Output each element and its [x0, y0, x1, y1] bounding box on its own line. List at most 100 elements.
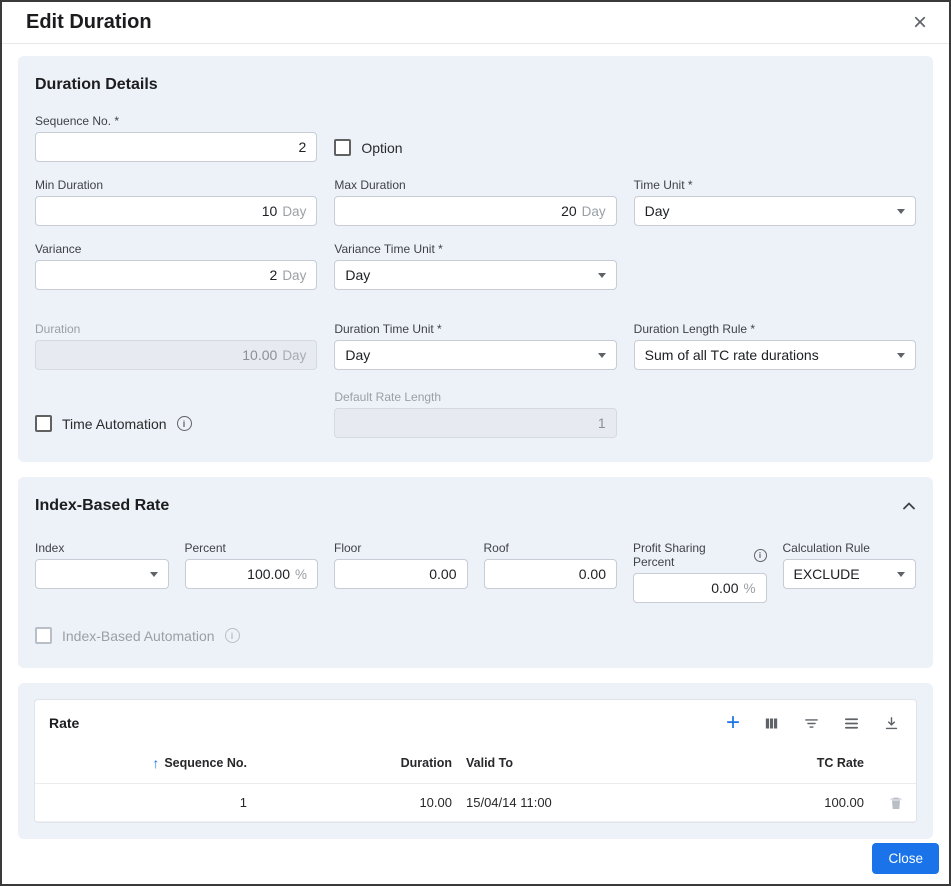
profit-sharing-value: 0.00 — [711, 580, 738, 596]
rate-col-valid-to[interactable]: Valid To — [452, 756, 699, 770]
time-unit-select[interactable]: Day — [634, 196, 916, 226]
option-checkbox[interactable] — [334, 139, 351, 156]
variance-input[interactable]: 2 Day — [35, 260, 317, 290]
max-duration-field-group: Max Duration 20 Day — [334, 178, 616, 226]
floor-input[interactable]: 0.00 — [334, 559, 468, 589]
max-duration-suffix: Day — [582, 204, 606, 219]
add-rate-icon[interactable]: + — [726, 714, 740, 732]
sequence-no-field-group: Sequence No. * 2 — [35, 114, 317, 162]
sequence-no-label: Sequence No. * — [35, 114, 317, 128]
close-button[interactable]: Close — [872, 843, 939, 874]
default-rate-length-label: Default Rate Length — [334, 390, 616, 404]
index-based-automation-label: Index-Based Automation — [62, 628, 215, 644]
dialog-body: Duration Details Sequence No. * 2 Option — [2, 44, 949, 839]
duration-length-rule-label: Duration Length Rule * — [634, 322, 916, 336]
index-based-rate-panel: Index-Based Rate Index Percent 100.00 — [18, 477, 933, 668]
time-unit-field-group: Time Unit * Day — [634, 178, 916, 226]
max-duration-input[interactable]: 20 Day — [334, 196, 616, 226]
index-based-rate-heading: Index-Based Rate — [35, 497, 169, 515]
table-row[interactable]: 1 10.00 15/04/14 11:00 100.00 — [35, 784, 916, 822]
download-icon[interactable] — [883, 715, 900, 732]
chevron-down-icon — [897, 353, 905, 358]
default-rate-length-field-group: Default Rate Length 1 — [334, 390, 616, 438]
option-checkbox-row: Option — [334, 139, 616, 156]
close-icon[interactable]: × — [913, 11, 927, 35]
duration-length-rule-value: Sum of all TC rate durations — [645, 347, 819, 363]
row-density-icon[interactable] — [843, 715, 860, 732]
sort-ascending-icon[interactable]: ↑ — [152, 755, 159, 771]
chevron-up-icon[interactable] — [902, 501, 916, 511]
sequence-no-value: 2 — [299, 139, 307, 155]
default-rate-length-input: 1 — [334, 408, 616, 438]
index-field-group: Index — [35, 541, 169, 603]
cell-tc-rate: 100.00 — [699, 795, 864, 810]
duration-details-panel: Duration Details Sequence No. * 2 Option — [18, 56, 933, 462]
dialog-header: Edit Duration × — [2, 2, 949, 44]
variance-time-unit-label: Variance Time Unit * — [334, 242, 616, 256]
sequence-no-input[interactable]: 2 — [35, 132, 317, 162]
index-label: Index — [35, 541, 169, 555]
variance-time-unit-select[interactable]: Day — [334, 260, 616, 290]
rate-toolbar: + — [726, 714, 900, 732]
calculation-rule-select[interactable]: EXCLUDE — [783, 559, 917, 589]
max-duration-value: 20 — [561, 203, 577, 219]
rate-card: Rate + — [34, 699, 917, 823]
option-checkbox-label: Option — [361, 140, 402, 156]
profit-sharing-input[interactable]: 0.00 % — [633, 573, 767, 603]
roof-value: 0.00 — [579, 566, 606, 582]
variance-suffix: Day — [282, 268, 306, 283]
duration-label: Duration — [35, 322, 317, 336]
delete-row-icon[interactable] — [888, 795, 904, 811]
duration-length-rule-field-group: Duration Length Rule * Sum of all TC rat… — [634, 322, 916, 370]
calculation-rule-label: Calculation Rule — [783, 541, 917, 555]
rate-col-tc-rate[interactable]: TC Rate — [699, 756, 864, 770]
variance-label: Variance — [35, 242, 317, 256]
edit-duration-dialog: Edit Duration × Duration Details Sequenc… — [0, 0, 951, 886]
duration-time-unit-value: Day — [345, 347, 370, 363]
columns-icon[interactable] — [763, 715, 780, 732]
cell-valid-to: 15/04/14 11:00 — [452, 795, 699, 810]
profit-sharing-label: Profit Sharing Percent i — [633, 541, 767, 569]
duration-input: 10.00 Day — [35, 340, 317, 370]
rate-col-duration[interactable]: Duration — [247, 756, 452, 770]
calculation-rule-field-group: Calculation Rule EXCLUDE — [783, 541, 917, 603]
floor-value: 0.00 — [429, 566, 456, 582]
min-duration-field-group: Min Duration 10 Day — [35, 178, 317, 226]
rate-col-sequence-no[interactable]: ↑ Sequence No. — [47, 755, 247, 771]
roof-input[interactable]: 0.00 — [484, 559, 618, 589]
variance-value: 2 — [270, 267, 278, 283]
info-icon[interactable]: i — [177, 416, 192, 431]
profit-sharing-label-text: Profit Sharing Percent — [633, 541, 750, 569]
cell-sequence-no: 1 — [47, 795, 247, 810]
duration-length-rule-select[interactable]: Sum of all TC rate durations — [634, 340, 916, 370]
duration-field-group: Duration 10.00 Day — [35, 322, 317, 370]
min-duration-label: Min Duration — [35, 178, 317, 192]
default-rate-length-value: 1 — [598, 415, 606, 431]
percent-input[interactable]: 100.00 % — [185, 559, 319, 589]
min-duration-input[interactable]: 10 Day — [35, 196, 317, 226]
chevron-down-icon — [150, 572, 158, 577]
min-duration-suffix: Day — [282, 204, 306, 219]
percent-label: Percent — [185, 541, 319, 555]
duration-time-unit-field-group: Duration Time Unit * Day — [334, 322, 616, 370]
filter-icon[interactable] — [803, 715, 820, 732]
calculation-rule-value: EXCLUDE — [794, 566, 860, 582]
min-duration-value: 10 — [262, 203, 278, 219]
variance-time-unit-field-group: Variance Time Unit * Day — [334, 242, 616, 290]
duration-time-unit-select[interactable]: Day — [334, 340, 616, 370]
duration-time-unit-label: Duration Time Unit * — [334, 322, 616, 336]
floor-field-group: Floor 0.00 — [334, 541, 468, 603]
variance-field-group: Variance 2 Day — [35, 242, 317, 290]
info-icon[interactable]: i — [754, 549, 767, 562]
chevron-down-icon — [897, 209, 905, 214]
time-automation-checkbox[interactable] — [35, 415, 52, 432]
duration-suffix: Day — [282, 348, 306, 363]
index-based-automation-row: Index-Based Automation i — [35, 627, 916, 644]
roof-field-group: Roof 0.00 — [484, 541, 618, 603]
info-icon: i — [225, 628, 240, 643]
percent-value: 100.00 — [247, 566, 290, 582]
floor-label: Floor — [334, 541, 468, 555]
profit-sharing-field-group: Profit Sharing Percent i 0.00 % — [633, 541, 767, 603]
percent-suffix: % — [295, 567, 307, 582]
index-select[interactable] — [35, 559, 169, 589]
